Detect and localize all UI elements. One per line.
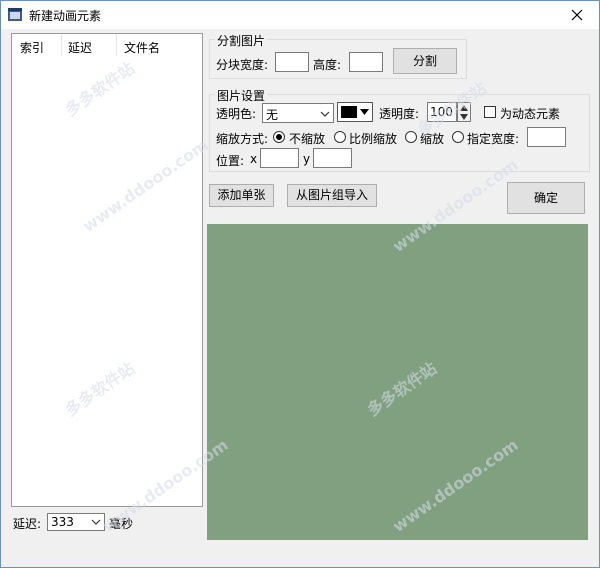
transparent-color-select[interactable]: 无 xyxy=(262,103,334,123)
block-height-label: 高度: xyxy=(313,58,342,72)
transparent-color-label: 透明色: xyxy=(216,107,257,121)
image-settings-title: 图片设置 xyxy=(215,87,268,104)
radio-no-scale-label[interactable]: 不缩放 xyxy=(289,130,325,147)
position-x-label: x xyxy=(250,152,258,166)
radio-scale[interactable] xyxy=(405,131,417,143)
scale-mode-label: 缩放方式: xyxy=(216,132,269,146)
split-group-title: 分割图片 xyxy=(215,32,268,49)
dynamic-element-checkbox[interactable] xyxy=(484,106,496,118)
radio-no-scale[interactable] xyxy=(273,131,285,143)
radio-proportional-scale-label[interactable]: 比例缩放 xyxy=(349,130,397,147)
block-width-input[interactable] xyxy=(275,52,309,72)
position-y-label: y xyxy=(303,152,311,166)
dynamic-element-label: 为动态元素 xyxy=(500,107,561,121)
chevron-down-icon xyxy=(320,111,330,117)
column-divider[interactable] xyxy=(61,34,62,56)
add-single-button[interactable]: 添加单张 xyxy=(209,184,274,207)
app-icon xyxy=(8,8,22,21)
column-header-delay[interactable]: 延迟 xyxy=(68,39,92,56)
column-divider[interactable] xyxy=(116,34,117,56)
frame-list[interactable]: 索引 延迟 文件名 xyxy=(11,33,203,507)
triangle-down-icon xyxy=(360,109,369,115)
close-button[interactable] xyxy=(555,1,599,29)
title-bar: 新建动画元素 xyxy=(1,1,599,29)
specified-width-input[interactable] xyxy=(527,127,566,147)
radio-specified-width[interactable] xyxy=(452,131,464,143)
confirm-button[interactable]: 确定 xyxy=(507,182,585,214)
position-y-input[interactable] xyxy=(313,148,352,168)
split-button[interactable]: 分割 xyxy=(393,48,457,74)
dialog-window: 新建动画元素 索引 延迟 文件名 延迟: 333 毫秒 分割图片 分块宽度: 高… xyxy=(0,0,600,568)
position-label: 位置: xyxy=(216,154,245,168)
close-icon xyxy=(571,9,583,21)
list-header: 索引 延迟 文件名 xyxy=(12,34,202,56)
block-width-label: 分块宽度: xyxy=(216,58,269,72)
delay-select[interactable]: 333 xyxy=(47,513,105,531)
delay-label: 延迟: xyxy=(13,517,42,531)
column-header-index[interactable]: 索引 xyxy=(20,39,44,56)
column-header-filename[interactable]: 文件名 xyxy=(124,39,160,56)
color-swatch xyxy=(341,106,357,118)
color-picker[interactable] xyxy=(337,102,373,122)
radio-specified-width-label[interactable]: 指定宽度: xyxy=(467,130,519,147)
import-from-group-button[interactable]: 从图片组导入 xyxy=(287,184,377,207)
delay-value: 333 xyxy=(51,515,74,529)
position-x-input[interactable] xyxy=(260,148,299,168)
transparent-color-value: 无 xyxy=(266,108,279,122)
window-title: 新建动画元素 xyxy=(29,9,102,23)
block-height-input[interactable] xyxy=(349,52,383,72)
radio-proportional-scale[interactable] xyxy=(334,131,346,143)
